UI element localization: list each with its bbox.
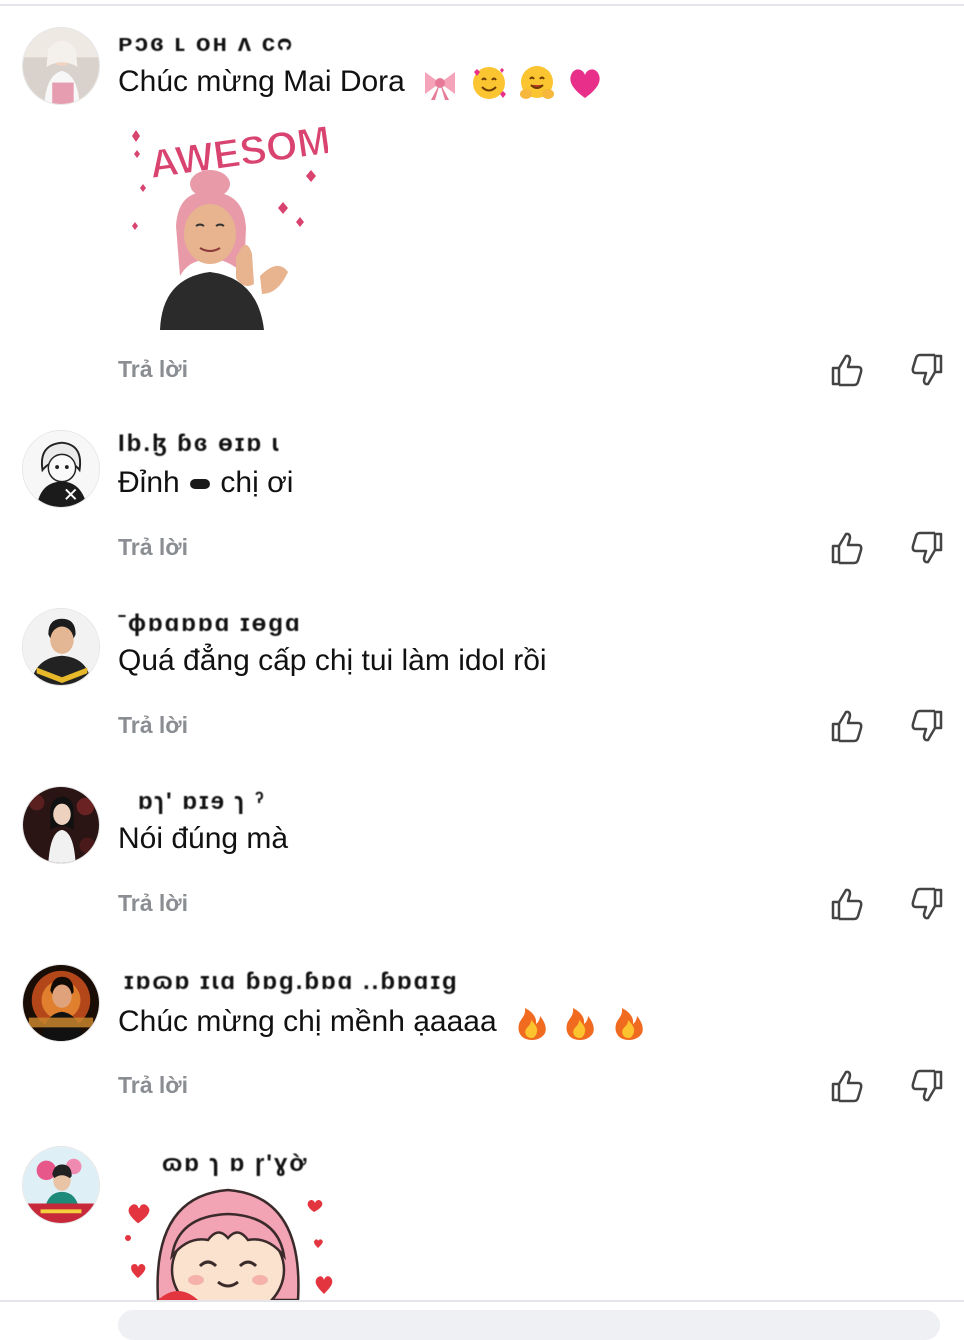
dislike-button[interactable] <box>907 884 947 924</box>
like-button[interactable] <box>827 884 867 924</box>
thumbs-down-icon <box>911 531 943 564</box>
avatar[interactable] <box>22 608 100 686</box>
thumbs-down-icon <box>911 887 943 920</box>
comment-text-content: Chúc mừng chị mềnh ạaaaa <box>118 1004 497 1038</box>
fire-icon <box>518 1008 546 1040</box>
comment-text-content: Chúc mừng Mai Dora <box>118 64 405 98</box>
reply-button[interactable]: Trả lời <box>118 890 188 917</box>
comment-text: Chúc mừng chị mềnh ạaaaa <box>118 1004 650 1042</box>
dislike-button[interactable] <box>907 706 947 746</box>
awesome-sticker: AWESOME! <box>118 108 373 330</box>
avatar[interactable] <box>22 964 100 1042</box>
like-button[interactable] <box>827 706 867 746</box>
thumbs-up-icon <box>831 532 863 565</box>
username[interactable]: ɒɿ' ɒɪɘ ɿ ˀ <box>138 788 266 816</box>
comment-text: Chúc mừng Mai Dora <box>118 64 606 102</box>
smiling-face-with-hearts-icon <box>472 67 506 99</box>
username[interactable]: ɷɒ ɿ ɒ ɼ'ɣờ <box>162 1150 308 1178</box>
avatar[interactable] <box>22 1146 100 1224</box>
thumbs-up-icon <box>831 354 863 387</box>
pink-heart-icon <box>570 69 600 98</box>
comment-text-part: chị ơi <box>220 466 294 499</box>
username[interactable]: ᴘɔɞ ʟ ᴏʜ ᴧ ᴄᴒ <box>118 30 294 58</box>
emoji-row <box>421 64 606 102</box>
reply-button[interactable]: Trả lời <box>118 534 188 561</box>
reply-button[interactable]: Trả lời <box>118 1072 188 1099</box>
like-button[interactable] <box>827 350 867 390</box>
comment-text: Nói đúng mà <box>118 822 289 855</box>
like-button[interactable] <box>827 1066 867 1106</box>
dislike-button[interactable] <box>907 1066 947 1106</box>
comment-text: Quá đẳng cấp chị tui làm idol rồi <box>118 644 547 677</box>
fire-icon <box>615 1008 643 1040</box>
dislike-button[interactable] <box>907 528 947 568</box>
sticker-caption: AWESOME! <box>147 113 328 188</box>
hugging-face-icon <box>519 66 554 99</box>
reply-button[interactable]: Trả lời <box>118 356 188 383</box>
bottom-divider <box>0 1300 964 1302</box>
like-button[interactable] <box>827 528 867 568</box>
comment-text-part: Đỉnh <box>118 466 180 499</box>
comment-input-bar[interactable] <box>118 1310 940 1340</box>
username[interactable]: Ɩb.ɮ ɓɞ ɵɪɒ ɩ <box>118 430 280 458</box>
username[interactable]: ˉɸɒɑɒɒɑ ɪɵɡɑ <box>118 610 302 638</box>
thumbs-down-icon <box>911 709 943 742</box>
avatar[interactable] <box>22 786 100 864</box>
redacted-mark <box>190 479 211 490</box>
top-divider <box>0 4 964 6</box>
avatar[interactable] <box>22 430 100 508</box>
thumbs-down-icon <box>911 353 943 386</box>
thumbs-down-icon <box>911 1069 943 1102</box>
emoji-row <box>513 1004 650 1042</box>
thumbs-up-icon <box>831 710 863 743</box>
username[interactable]: ɪɒɷɒ ɪɩɑ ɓɒɡ.ɓɒɑ ..ɓɒɑɪɡ <box>124 968 459 996</box>
thumbs-up-icon <box>831 1070 863 1103</box>
comment-text: Đỉnh chị ơi <box>118 466 293 500</box>
ribbon-icon <box>425 72 456 100</box>
dislike-button[interactable] <box>907 350 947 390</box>
thumbs-up-icon <box>831 888 863 921</box>
hearts-girl-sticker <box>118 1186 348 1300</box>
reply-button[interactable]: Trả lời <box>118 712 188 739</box>
fire-icon <box>566 1008 595 1040</box>
avatar[interactable] <box>22 27 100 105</box>
